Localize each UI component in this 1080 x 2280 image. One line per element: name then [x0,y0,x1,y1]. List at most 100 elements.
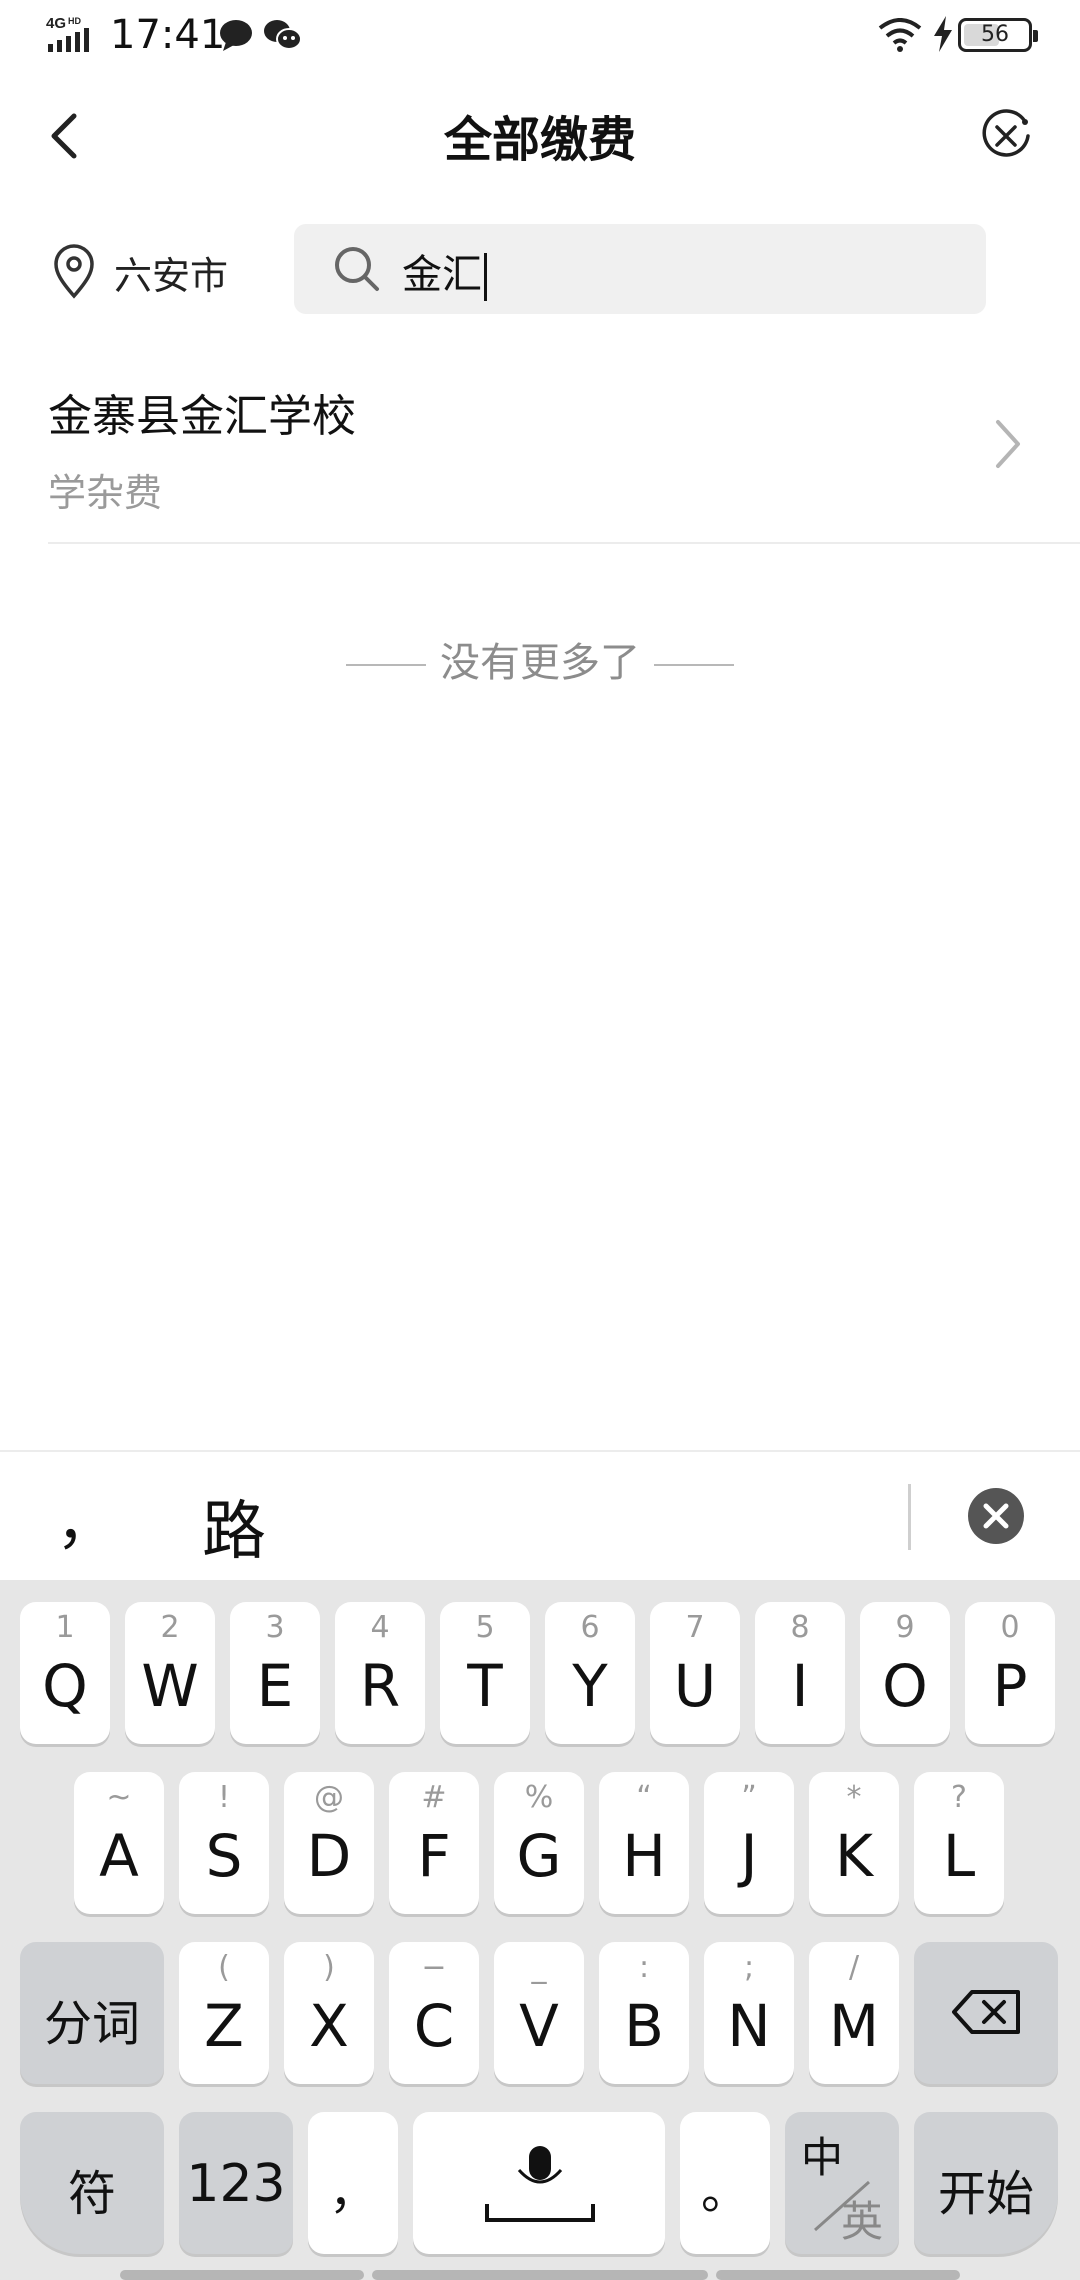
search-input[interactable]: 金汇 [294,224,986,314]
key-a[interactable]: ~ A [74,1772,164,1914]
search-row: 六安市 金汇 [0,224,1080,316]
search-query: 金汇 [402,252,482,298]
key-g[interactable]: % G [494,1772,584,1914]
result-subtitle: 学杂费 [48,471,163,515]
split-word-key[interactable]: 分词 [20,1942,164,2084]
divider-line [654,664,734,666]
list-item[interactable]: 金寨县金汇学校 学杂费 [48,362,1080,544]
key-label: F [417,1822,451,1890]
key-label: I [791,1652,809,1720]
key-hint: 5 [475,1610,495,1645]
key-hint: _ [531,1950,547,1985]
key-label: 。 [700,2164,749,2220]
candidate-word[interactable]: 路 [202,1480,266,1572]
ime-candidate-bar: ， 路 [0,1450,1080,1580]
backspace-icon [952,1990,1020,2034]
key-label: T [467,1652,503,1720]
key-label: ， [328,2164,377,2220]
key-hint: % [524,1780,554,1815]
key-u[interactable]: 7U [650,1602,740,1744]
clear-candidates-button[interactable] [968,1488,1024,1544]
cellular-signal-icon: 4G HD [46,14,102,54]
key-hint: − [421,1950,447,1985]
key-label: B [624,1992,664,2060]
key-v[interactable]: _ V [494,1942,584,2084]
key-p[interactable]: 0P [965,1602,1055,1744]
page-title: 全部缴费 [443,112,636,168]
key-h[interactable]: “H [599,1772,689,1914]
city-label: 六安市 [114,253,229,298]
keyboard-bottom-handle [716,2270,960,2280]
symbols-key[interactable]: 符 [20,2112,164,2254]
key-l[interactable]: ? L [914,1772,1004,1914]
key-j[interactable]: ” J [704,1772,794,1914]
close-miniprogram-button[interactable] [978,108,1034,164]
key-label: D [306,1822,352,1890]
key-f[interactable]: # F [389,1772,479,1914]
svg-text:HD: HD [68,16,81,26]
key-hint: ; [743,1950,755,1985]
key-d[interactable]: @ D [284,1772,374,1914]
close-icon [983,1503,1009,1529]
comma-key[interactable]: ， [308,2112,398,2254]
key-o[interactable]: 9O [860,1602,950,1744]
search-icon [335,247,379,291]
key-label: S [205,1822,243,1890]
keyboard: 1Q 2W 3E 4R 5T 6Y 7U 8I 9O 0P ~ A ! S @ D #… [0,1580,1080,2280]
key-hint: ” [741,1780,757,1815]
key-x[interactable]: ) X [284,1942,374,2084]
city-selector[interactable]: 六安市 [50,242,228,302]
key-hint: 7 [685,1610,705,1645]
microphone-icon [485,2146,595,2222]
key-s[interactable]: ! S [179,1772,269,1914]
wifi-icon [878,18,922,56]
battery-level: 56 [981,22,1009,47]
key-label: X [309,1992,349,2060]
space-key[interactable] [413,2112,665,2254]
end-of-list-note: 没有更多了 [0,630,1080,688]
language-toggle-key[interactable]: 中 英 [785,2112,899,2254]
go-key[interactable]: 开始 [914,2112,1058,2254]
key-t[interactable]: 5T [440,1602,530,1744]
key-label: 123 [186,2154,286,2214]
key-y[interactable]: 6Y [545,1602,635,1744]
key-hint: “ [636,1780,652,1815]
key-r[interactable]: 4R [335,1602,425,1744]
backspace-key[interactable] [914,1942,1058,2084]
key-e[interactable]: 3E [230,1602,320,1744]
key-hint: ? [951,1780,967,1815]
key-label: 符 [67,2166,116,2222]
end-note-text: 没有更多了 [440,640,640,686]
key-k[interactable]: * K [809,1772,899,1914]
clock: 17:41 [110,12,226,58]
key-q[interactable]: 1Q [20,1602,110,1744]
wechat-icon [262,18,302,56]
key-hint: * [846,1780,862,1815]
key-label: Z [204,1992,244,2060]
key-label-en: 英 [840,2197,883,2246]
period-key[interactable]: 。 [680,2112,770,2254]
key-label: V [519,1992,559,2060]
candidate-comma[interactable]: ， [56,1474,116,1561]
key-label: R [359,1652,401,1720]
key-w[interactable]: 2W [125,1602,215,1744]
key-i[interactable]: 8I [755,1602,845,1744]
key-label: P [992,1652,1028,1720]
key-label: 分词 [43,1996,140,2052]
key-c[interactable]: − C [389,1942,479,2084]
key-hint: ) [323,1950,335,1985]
key-label: A [99,1822,139,1890]
key-hint: 2 [160,1610,180,1645]
key-b[interactable]: :B [599,1942,689,2084]
key-hint: 3 [265,1610,285,1645]
result-name: 金寨县金汇学校 [48,391,356,442]
key-n[interactable]: ; N [704,1942,794,2084]
key-label: E [256,1652,294,1720]
key-label: U [673,1652,717,1720]
key-m[interactable]: / M [809,1942,899,2084]
numbers-key[interactable]: 123 [179,2112,293,2254]
key-z[interactable]: (Z [179,1942,269,2084]
keyboard-bottom-handle [120,2270,364,2280]
key-label: H [622,1822,666,1890]
key-hint: : [638,1950,650,1985]
